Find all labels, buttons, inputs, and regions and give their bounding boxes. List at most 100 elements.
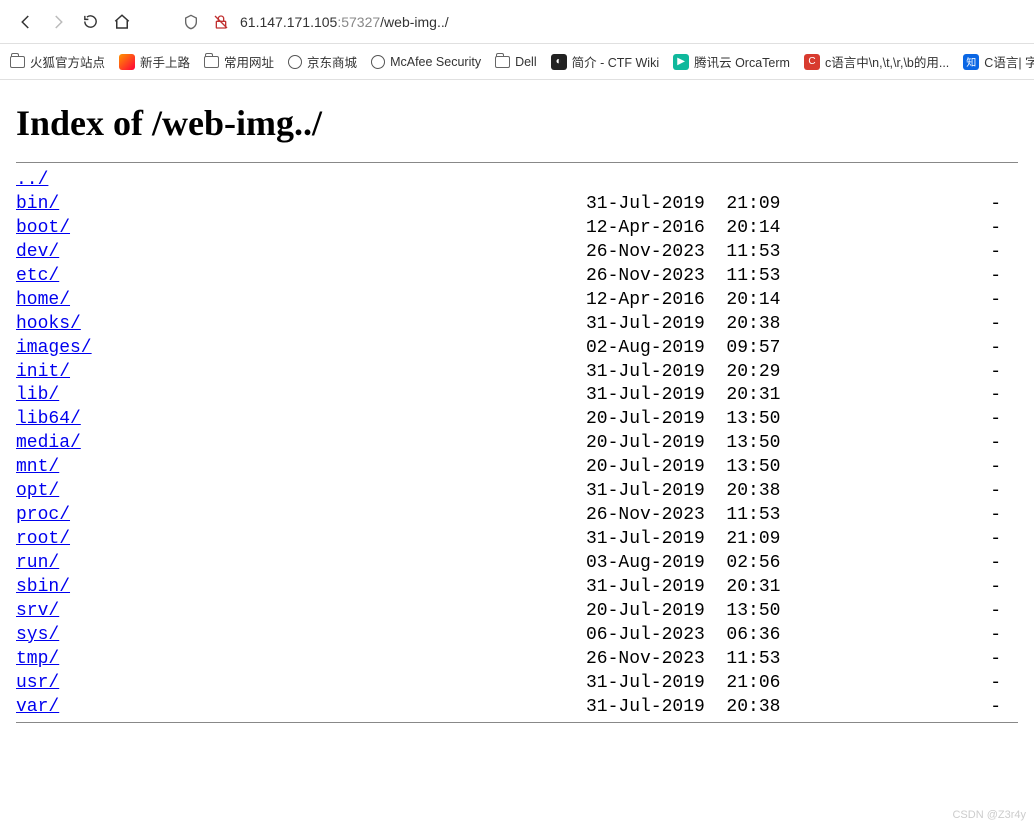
bookmarks-bar: 火狐官方站点 新手上路 常用网址 京东商城 McAfee Security Dell ◐简介… (0, 44, 1034, 80)
listing-row: mnt/20-Jul-2019 13:50- (16, 456, 1018, 480)
entry-size: - (781, 313, 1001, 337)
bookmark-item[interactable]: 京东商城 (288, 52, 357, 71)
listing-row: var/31-Jul-2019 20:38- (16, 696, 1018, 720)
bookmark-label: C语言| 字符串 (984, 52, 1034, 71)
page-title: Index of /web-img../ (16, 102, 1018, 144)
address-bar[interactable]: 61.147.171.105:57327/web-img../ (180, 11, 1022, 33)
directory-link[interactable]: lib64/ (16, 409, 81, 429)
entry-date: 20-Jul-2019 13:50 (586, 456, 781, 480)
listing-row: run/03-Aug-2019 02:56- (16, 552, 1018, 576)
entry-size: - (781, 456, 1001, 480)
favicon-icon: 知 (963, 54, 979, 70)
directory-link[interactable]: tmp/ (16, 649, 59, 669)
folder-icon (10, 56, 25, 68)
shield-icon (180, 11, 202, 33)
entry-date: 31-Jul-2019 20:38 (586, 313, 781, 337)
bookmark-label: 腾讯云 OrcaTerm (694, 52, 790, 71)
directory-link[interactable]: boot/ (16, 218, 70, 238)
listing-row: tmp/26-Nov-2023 11:53- (16, 648, 1018, 672)
listing-row: etc/26-Nov-2023 11:53- (16, 265, 1018, 289)
listing-row: init/31-Jul-2019 20:29- (16, 361, 1018, 385)
listing-row: root/31-Jul-2019 21:09- (16, 528, 1018, 552)
listing-row: lib64/20-Jul-2019 13:50- (16, 408, 1018, 432)
entry-date: 26-Nov-2023 11:53 (586, 648, 781, 672)
entry-size: - (781, 408, 1001, 432)
entry-size: - (781, 193, 1001, 217)
directory-link[interactable]: dev/ (16, 242, 59, 262)
entry-date: 31-Jul-2019 21:06 (586, 672, 781, 696)
entry-date: 02-Aug-2019 09:57 (586, 337, 781, 361)
bookmark-label: 常用网址 (224, 52, 274, 71)
directory-link[interactable]: hooks/ (16, 314, 81, 334)
bookmark-label: 火狐官方站点 (30, 52, 105, 71)
listing-row: srv/20-Jul-2019 13:50- (16, 600, 1018, 624)
bookmark-label: McAfee Security (390, 55, 481, 69)
bookmark-label: 京东商城 (307, 52, 357, 71)
entry-date: 12-Apr-2016 20:14 (586, 217, 781, 241)
bookmark-item[interactable]: ▶ 腾讯云 OrcaTerm (673, 52, 790, 71)
directory-link[interactable]: sbin/ (16, 577, 70, 597)
directory-link[interactable]: bin/ (16, 194, 59, 214)
directory-link[interactable]: media/ (16, 433, 81, 453)
bookmark-item[interactable]: ◐简介 - CTF Wiki (551, 52, 659, 71)
bookmark-item[interactable]: Cc语言中\n,\t,\r,\b的用... (804, 52, 949, 71)
bookmark-item[interactable]: 知 C语言| 字符串 (963, 52, 1034, 71)
directory-link[interactable]: var/ (16, 697, 59, 717)
entry-size: - (781, 384, 1001, 408)
directory-link[interactable]: proc/ (16, 505, 70, 525)
entry-size: - (781, 432, 1001, 456)
forward-button[interactable] (44, 8, 72, 36)
directory-link[interactable]: images/ (16, 338, 92, 358)
listing-row: hooks/31-Jul-2019 20:38- (16, 313, 1018, 337)
entry-size: - (781, 337, 1001, 361)
directory-link[interactable]: init/ (16, 362, 70, 382)
entry-size: - (781, 480, 1001, 504)
entry-size: - (781, 217, 1001, 241)
entry-date: 03-Aug-2019 02:56 (586, 552, 781, 576)
entry-size: - (781, 624, 1001, 648)
directory-link[interactable]: mnt/ (16, 457, 59, 477)
bookmark-item[interactable]: 新手上路 (119, 52, 190, 71)
entry-date: 31-Jul-2019 20:38 (586, 696, 781, 720)
listing-row: bin/31-Jul-2019 21:09- (16, 193, 1018, 217)
url-text: 61.147.171.105:57327/web-img../ (240, 14, 449, 30)
directory-link[interactable]: lib/ (16, 385, 59, 405)
bookmark-item[interactable]: 常用网址 (204, 52, 274, 71)
directory-link[interactable]: etc/ (16, 266, 59, 286)
entry-size: - (781, 600, 1001, 624)
entry-size: - (781, 528, 1001, 552)
bookmark-item[interactable]: McAfee Security (371, 55, 481, 69)
directory-link[interactable]: root/ (16, 529, 70, 549)
listing-row: home/12-Apr-2016 20:14- (16, 289, 1018, 313)
entry-size: - (781, 672, 1001, 696)
directory-link[interactable]: home/ (16, 290, 70, 310)
listing-row: media/20-Jul-2019 13:50- (16, 432, 1018, 456)
entry-size: - (781, 241, 1001, 265)
bookmark-label: 新手上路 (140, 52, 190, 71)
favicon-icon: ◐ (551, 54, 567, 70)
favicon-icon: ▶ (673, 54, 689, 70)
entry-date: 31-Jul-2019 20:29 (586, 361, 781, 385)
folder-icon (204, 56, 219, 68)
divider (16, 162, 1018, 163)
listing-row: sbin/31-Jul-2019 20:31- (16, 576, 1018, 600)
entry-date: 06-Jul-2023 06:36 (586, 624, 781, 648)
directory-link[interactable]: run/ (16, 553, 59, 573)
entry-date: 12-Apr-2016 20:14 (586, 289, 781, 313)
home-button[interactable] (108, 8, 136, 36)
entry-date: 26-Nov-2023 11:53 (586, 504, 781, 528)
reload-button[interactable] (76, 8, 104, 36)
firefox-icon (119, 54, 135, 70)
entry-date: 31-Jul-2019 20:38 (586, 480, 781, 504)
directory-link[interactable]: opt/ (16, 481, 59, 501)
listing-row: boot/12-Apr-2016 20:14- (16, 217, 1018, 241)
directory-link[interactable]: srv/ (16, 601, 59, 621)
bookmark-item[interactable]: Dell (495, 55, 537, 69)
parent-link[interactable]: ../ (16, 170, 48, 190)
bookmark-label: Dell (515, 55, 537, 69)
directory-link[interactable]: sys/ (16, 625, 59, 645)
back-button[interactable] (12, 8, 40, 36)
bookmark-item[interactable]: 火狐官方站点 (10, 52, 105, 71)
directory-link[interactable]: usr/ (16, 673, 59, 693)
entry-date: 20-Jul-2019 13:50 (586, 432, 781, 456)
